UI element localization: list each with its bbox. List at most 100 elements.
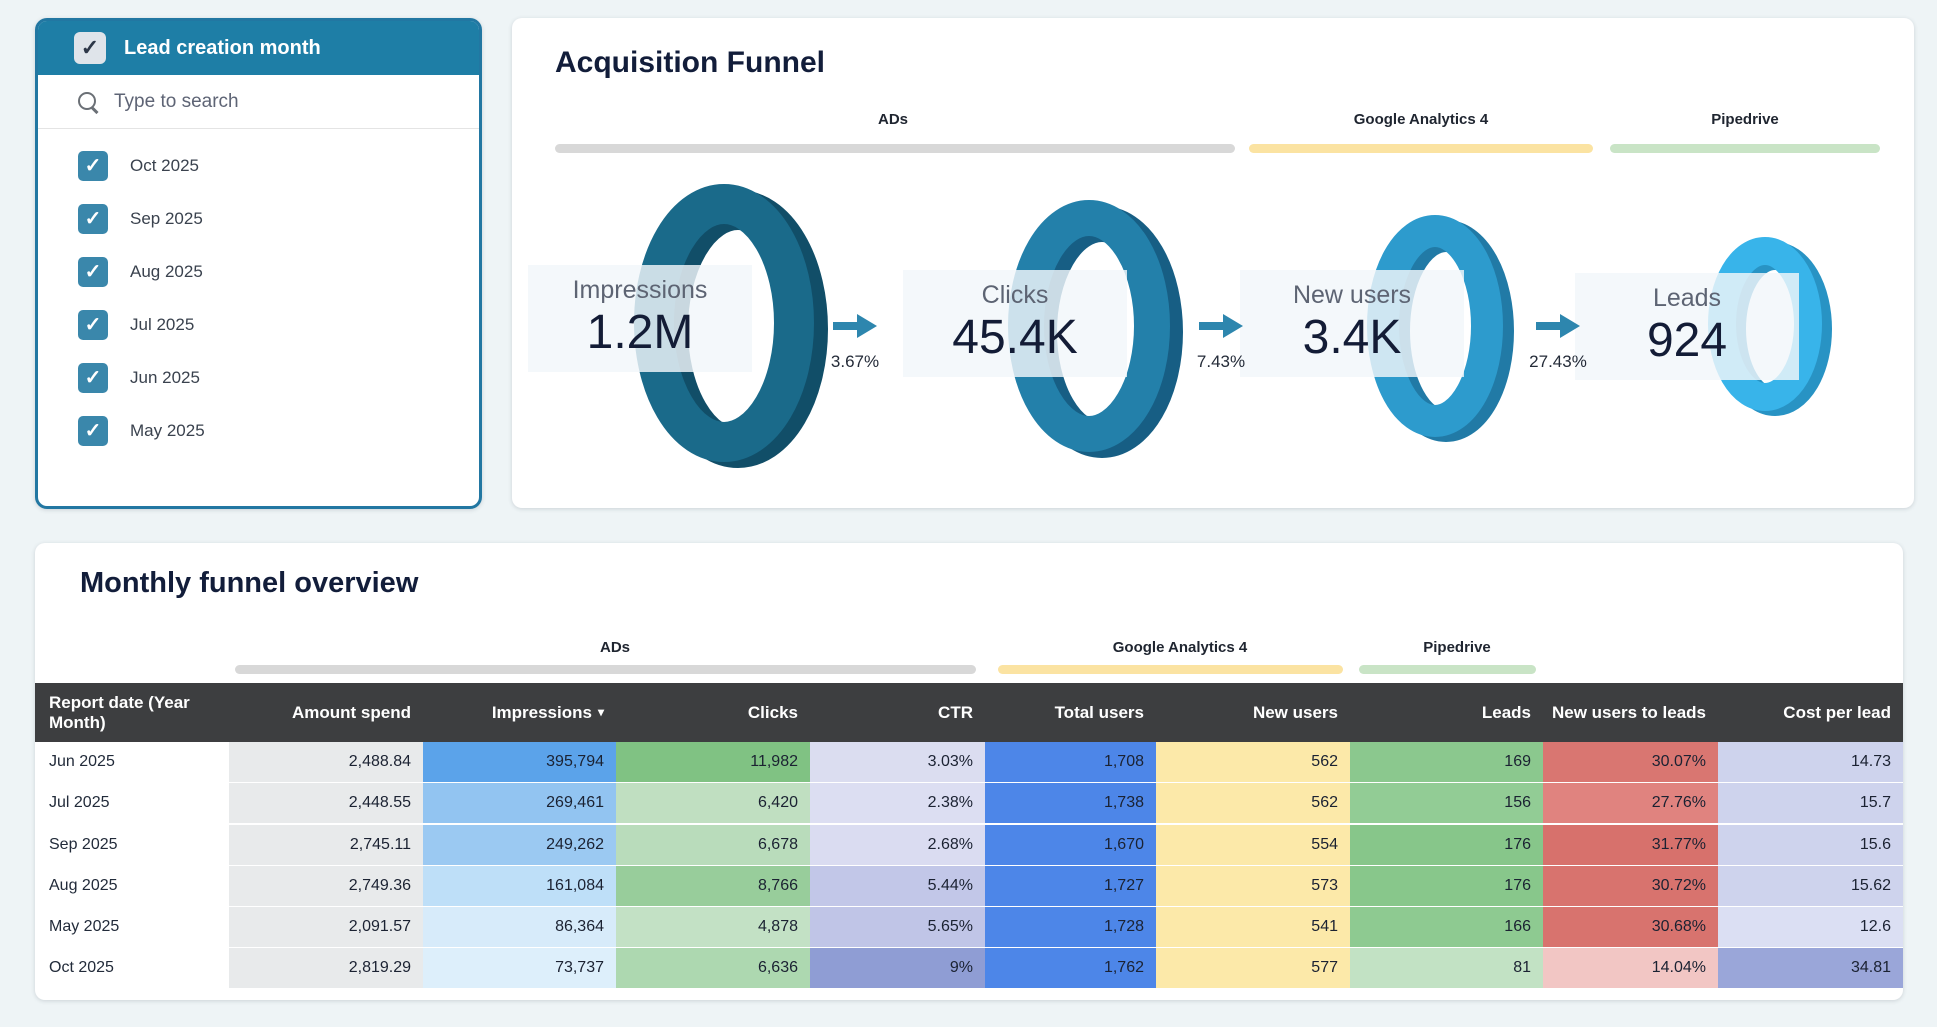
- cell-ctr: 5.65%: [810, 907, 985, 947]
- cell-leads: 156: [1350, 783, 1543, 823]
- filter-option-jun-2025[interactable]: ✓ Jun 2025: [38, 351, 479, 404]
- right-arrow-icon: [1199, 314, 1243, 338]
- source-label-pipedrive: Pipedrive: [1347, 639, 1567, 656]
- column-header-amount-spend[interactable]: Amount spend: [229, 683, 423, 742]
- column-header-leads[interactable]: Leads: [1350, 683, 1543, 742]
- check-icon: ✓: [85, 418, 102, 443]
- cell-amount-spend: 2,091.57: [229, 907, 423, 947]
- stage-name: Leads: [1575, 283, 1799, 313]
- cell-total-users: 1,762: [985, 948, 1156, 988]
- table-row: May 2025 2,091.57 86,364 4,878 5.65% 1,7…: [35, 907, 1903, 947]
- stage-value: 924: [1575, 313, 1799, 368]
- filter-option-label: Sep 2025: [130, 209, 203, 229]
- table-title: Monthly funnel overview: [80, 567, 418, 600]
- column-header-impressions[interactable]: Impressions ▾: [423, 683, 616, 742]
- source-label-ads: ADs: [505, 639, 725, 656]
- cell-total-users: 1,670: [985, 825, 1156, 865]
- cell-impressions: 395,794: [423, 742, 616, 782]
- column-header-clicks[interactable]: Clicks: [616, 683, 810, 742]
- filter-search-row: [38, 75, 479, 129]
- cell-cost-per-lead: 12.6: [1718, 907, 1903, 947]
- column-header-label: Impressions: [492, 703, 592, 723]
- cell-leads: 81: [1350, 948, 1543, 988]
- cell-impressions: 249,262: [423, 825, 616, 865]
- stage-name: Impressions: [528, 275, 752, 305]
- cell-amount-spend: 2,488.84: [229, 742, 423, 782]
- sort-desc-icon: ▾: [598, 706, 604, 720]
- filter-option-sep-2025[interactable]: ✓ Sep 2025: [38, 192, 479, 245]
- cell-new-users-to-leads: 30.72%: [1543, 866, 1718, 906]
- stage-value: 3.4K: [1240, 310, 1464, 365]
- stage-clicks: Clicks 45.4K: [903, 270, 1127, 377]
- column-header-new-users[interactable]: New users: [1156, 683, 1350, 742]
- cell-ctr: 2.68%: [810, 825, 985, 865]
- cell-new-users: 573: [1156, 866, 1350, 906]
- cell-report-date: Jul 2025: [35, 783, 229, 823]
- cell-clicks: 6,678: [616, 825, 810, 865]
- monthly-funnel-overview-card: Monthly funnel overview ADs Google Analy…: [35, 543, 1903, 1000]
- cell-clicks: 4,878: [616, 907, 810, 947]
- filter-option-aug-2025[interactable]: ✓ Aug 2025: [38, 245, 479, 298]
- column-header-report-date[interactable]: Report date (Year Month): [35, 683, 229, 742]
- filter-title: Lead creation month: [124, 37, 321, 60]
- cell-clicks: 6,636: [616, 948, 810, 988]
- cell-total-users: 1,728: [985, 907, 1156, 947]
- cell-new-users-to-leads: 30.07%: [1543, 742, 1718, 782]
- cell-impressions: 269,461: [423, 783, 616, 823]
- cell-total-users: 1,708: [985, 742, 1156, 782]
- check-icon: ✓: [81, 35, 99, 61]
- right-arrow-icon: [833, 314, 877, 338]
- cell-new-users-to-leads: 27.76%: [1543, 783, 1718, 823]
- column-header-new-users-to-leads[interactable]: New users to leads: [1543, 683, 1718, 742]
- stage-new-users: New users 3.4K: [1240, 270, 1464, 377]
- filter-options-list: ✓ Oct 2025 ✓ Sep 2025 ✓ Aug 2025 ✓ Jul 2…: [38, 129, 479, 457]
- conversion-rate: 3.67%: [831, 352, 879, 372]
- filter-option-may-2025[interactable]: ✓ May 2025: [38, 404, 479, 457]
- stage-value: 45.4K: [903, 310, 1127, 365]
- cell-report-date: Aug 2025: [35, 866, 229, 906]
- source-bar-ads: [555, 144, 1235, 153]
- checkbox-checked[interactable]: ✓: [78, 257, 108, 287]
- filter-option-label: Aug 2025: [130, 262, 203, 282]
- check-icon: ✓: [85, 206, 102, 231]
- cell-cost-per-lead: 34.81: [1718, 948, 1903, 988]
- source-bar-ga4: [1249, 144, 1593, 153]
- stage-name: New users: [1240, 280, 1464, 310]
- cell-amount-spend: 2,448.55: [229, 783, 423, 823]
- search-input[interactable]: [114, 91, 414, 113]
- cell-cost-per-lead: 14.73: [1718, 742, 1903, 782]
- cell-new-users: 562: [1156, 742, 1350, 782]
- check-icon: ✓: [85, 259, 102, 284]
- cell-leads: 176: [1350, 825, 1543, 865]
- column-header-cost-per-lead[interactable]: Cost per lead: [1718, 683, 1903, 742]
- table-row: Oct 2025 2,819.29 73,737 6,636 9% 1,762 …: [35, 948, 1903, 988]
- acquisition-funnel-card: Acquisition Funnel ADs Google Analytics …: [512, 18, 1914, 508]
- checkbox-checked[interactable]: ✓: [78, 363, 108, 393]
- cell-ctr: 9%: [810, 948, 985, 988]
- conversion-clicks-to-new-users: 7.43%: [1176, 314, 1266, 372]
- table-row: Jun 2025 2,488.84 395,794 11,982 3.03% 1…: [35, 742, 1903, 782]
- cell-ctr: 5.44%: [810, 866, 985, 906]
- checkbox-checked[interactable]: ✓: [78, 151, 108, 181]
- check-icon: ✓: [85, 365, 102, 390]
- cell-impressions: 86,364: [423, 907, 616, 947]
- cell-impressions: 161,084: [423, 866, 616, 906]
- cell-clicks: 8,766: [616, 866, 810, 906]
- checkbox-checked[interactable]: ✓: [78, 204, 108, 234]
- funnel-title: Acquisition Funnel: [555, 46, 825, 80]
- cell-report-date: Jun 2025: [35, 742, 229, 782]
- conversion-new-users-to-leads: 27.43%: [1513, 314, 1603, 372]
- cell-clicks: 6,420: [616, 783, 810, 823]
- checkbox-checked[interactable]: ✓: [78, 416, 108, 446]
- filter-header[interactable]: ✓ Lead creation month: [38, 21, 479, 75]
- cell-total-users: 1,738: [985, 783, 1156, 823]
- cell-leads: 169: [1350, 742, 1543, 782]
- column-header-total-users[interactable]: Total users: [985, 683, 1156, 742]
- cell-new-users-to-leads: 30.68%: [1543, 907, 1718, 947]
- filter-option-label: Jul 2025: [130, 315, 194, 335]
- checkbox-checked[interactable]: ✓: [78, 310, 108, 340]
- select-all-checkbox[interactable]: ✓: [74, 32, 106, 64]
- filter-option-oct-2025[interactable]: ✓ Oct 2025: [38, 139, 479, 192]
- filter-option-jul-2025[interactable]: ✓ Jul 2025: [38, 298, 479, 351]
- column-header-ctr[interactable]: CTR: [810, 683, 985, 742]
